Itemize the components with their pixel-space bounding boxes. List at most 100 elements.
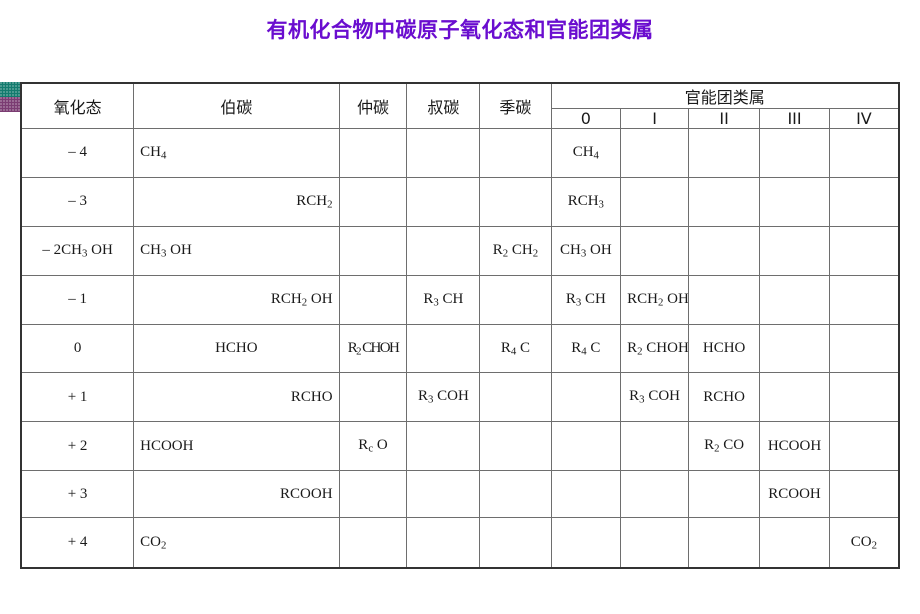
cell-fg-level-4 <box>828 372 900 423</box>
cell-quaternary-carbon <box>479 517 552 569</box>
cell-fg-level-0 <box>550 517 622 569</box>
cell-oxidation-state: – 2CH3 OH <box>20 225 135 276</box>
cell-fg-level-2 <box>688 517 761 569</box>
cell-tertiary-carbon <box>406 176 481 227</box>
cell-fg-level-4: CO2 <box>828 517 900 569</box>
table-row: 0 HCHO R2 CHOH R4 C R4 C R2 CHOH HCHO <box>20 323 900 374</box>
cell-tertiary-carbon: R3 COH <box>406 372 481 423</box>
header-fg-level-1: I <box>620 108 690 129</box>
header-secondary-carbon: 仲碳 <box>338 82 408 129</box>
cell-quaternary-carbon: R4 C <box>479 323 552 374</box>
table-row: + 2 HCOOH Rc O R2 CO HCOOH <box>20 421 900 472</box>
cell-quaternary-carbon <box>479 421 552 472</box>
cell-primary-carbon: RCHO <box>133 372 340 423</box>
cell-fg-level-1 <box>620 225 690 276</box>
cell-fg-level-4 <box>828 176 900 227</box>
oxidation-state-table-wrapper: 氧化态 伯碳 仲碳 叔碳 季碳 官能团类属 0 I II III IV – 4C… <box>20 82 900 569</box>
cell-secondary-carbon <box>338 274 408 325</box>
cell-primary-carbon: RCOOH <box>133 470 340 519</box>
purple-swatch-decoration <box>0 97 20 112</box>
cell-oxidation-state: + 4 <box>20 517 135 569</box>
cell-oxidation-state: – 3 <box>20 176 135 227</box>
cell-fg-level-0 <box>550 421 622 472</box>
cell-fg-level-2 <box>688 274 761 325</box>
cell-fg-level-3 <box>759 517 830 569</box>
cell-primary-carbon: RCH2 OH <box>133 274 340 325</box>
cell-fg-level-1 <box>620 176 690 227</box>
cell-quaternary-carbon <box>479 470 552 519</box>
cell-tertiary-carbon <box>406 323 481 374</box>
oxidation-state-table: 氧化态 伯碳 仲碳 叔碳 季碳 官能团类属 0 I II III IV – 4C… <box>20 82 900 569</box>
cell-fg-level-0: CH3 OH <box>550 225 622 276</box>
cell-fg-level-4 <box>828 470 900 519</box>
cell-secondary-carbon <box>338 517 408 569</box>
cell-fg-level-1: RCH2 OH <box>620 274 690 325</box>
cell-fg-level-1: R3 COH <box>620 372 690 423</box>
cell-fg-level-4 <box>828 128 900 178</box>
cell-fg-level-1: R2 CHOH <box>620 323 690 374</box>
cell-fg-level-1 <box>620 470 690 519</box>
header-fg-level-3: III <box>759 108 830 129</box>
teal-swatch-decoration <box>0 82 20 97</box>
table-row: + 3 RCOOH RCOOH <box>20 470 900 519</box>
cell-fg-level-2 <box>688 470 761 519</box>
cell-fg-level-3 <box>759 176 830 227</box>
table-row: – 4 CH4 CH4 <box>20 128 900 178</box>
cell-oxidation-state: – 1 <box>20 274 135 325</box>
header-row-1: 氧化态 伯碳 仲碳 叔碳 季碳 官能团类属 <box>20 82 900 129</box>
cell-quaternary-carbon <box>479 274 552 325</box>
cell-primary-carbon: CO2 <box>133 517 340 569</box>
table-head: 氧化态 伯碳 仲碳 叔碳 季碳 官能团类属 0 I II III IV <box>20 82 900 129</box>
cell-fg-level-2 <box>688 128 761 178</box>
cell-oxidation-state: + 2 <box>20 421 135 472</box>
cell-secondary-carbon <box>338 470 408 519</box>
cell-secondary-carbon <box>338 128 408 178</box>
cell-fg-level-3: HCOOH <box>759 421 830 472</box>
cell-secondary-carbon <box>338 372 408 423</box>
cell-fg-level-0: CH4 <box>550 128 622 178</box>
cell-fg-level-1 <box>620 517 690 569</box>
cell-secondary-carbon: Rc O <box>338 421 408 472</box>
cell-primary-carbon: CH3 OH <box>133 225 340 276</box>
cell-secondary-carbon: R2 CHOH <box>338 323 408 374</box>
cell-fg-level-2: HCHO <box>688 323 761 374</box>
cell-tertiary-carbon <box>406 421 481 472</box>
header-fg-level-4: IV <box>828 108 900 129</box>
cell-fg-level-3 <box>759 225 830 276</box>
cell-fg-level-3: RCOOH <box>759 470 830 519</box>
cell-primary-carbon: RCH2 <box>133 176 340 227</box>
cell-fg-level-1 <box>620 421 690 472</box>
cell-fg-level-2: RCHO <box>688 372 761 423</box>
cell-primary-carbon: HCOOH <box>133 421 340 472</box>
cell-tertiary-carbon: R3 CH <box>406 274 481 325</box>
cell-oxidation-state: + 3 <box>20 470 135 519</box>
header-fg-level-0: 0 <box>550 108 622 129</box>
header-primary-carbon: 伯碳 <box>133 82 340 129</box>
cell-oxidation-state: 0 <box>20 323 135 374</box>
header-oxidation-state: 氧化态 <box>20 82 135 129</box>
cell-fg-level-1 <box>620 128 690 178</box>
cell-secondary-carbon <box>338 176 408 227</box>
cell-fg-level-4 <box>828 225 900 276</box>
cell-secondary-carbon <box>338 225 408 276</box>
cell-quaternary-carbon <box>479 372 552 423</box>
header-functional-group-class: 官能团类属 <box>550 82 900 109</box>
cell-fg-level-0: R4 C <box>550 323 622 374</box>
cell-tertiary-carbon <box>406 517 481 569</box>
cell-fg-level-2 <box>688 176 761 227</box>
cell-primary-carbon: CH4 <box>133 128 340 178</box>
table-row: – 3 RCH2 RCH3 <box>20 176 900 227</box>
header-quaternary-carbon: 季碳 <box>479 82 552 129</box>
page-title: 有机化合物中碳原子氧化态和官能团类属 <box>266 18 654 42</box>
cell-fg-level-3 <box>759 323 830 374</box>
cell-fg-level-4 <box>828 323 900 374</box>
cell-tertiary-carbon <box>406 470 481 519</box>
cell-fg-level-3 <box>759 128 830 178</box>
cell-fg-level-0 <box>550 470 622 519</box>
cell-fg-level-4 <box>828 421 900 472</box>
cell-fg-level-0 <box>550 372 622 423</box>
cell-primary-carbon: HCHO <box>133 323 340 374</box>
cell-fg-level-4 <box>828 274 900 325</box>
cell-tertiary-carbon <box>406 128 481 178</box>
table-row: – 2CH3 OH CH3 OH R2 CH2 CH3 OH <box>20 225 900 276</box>
